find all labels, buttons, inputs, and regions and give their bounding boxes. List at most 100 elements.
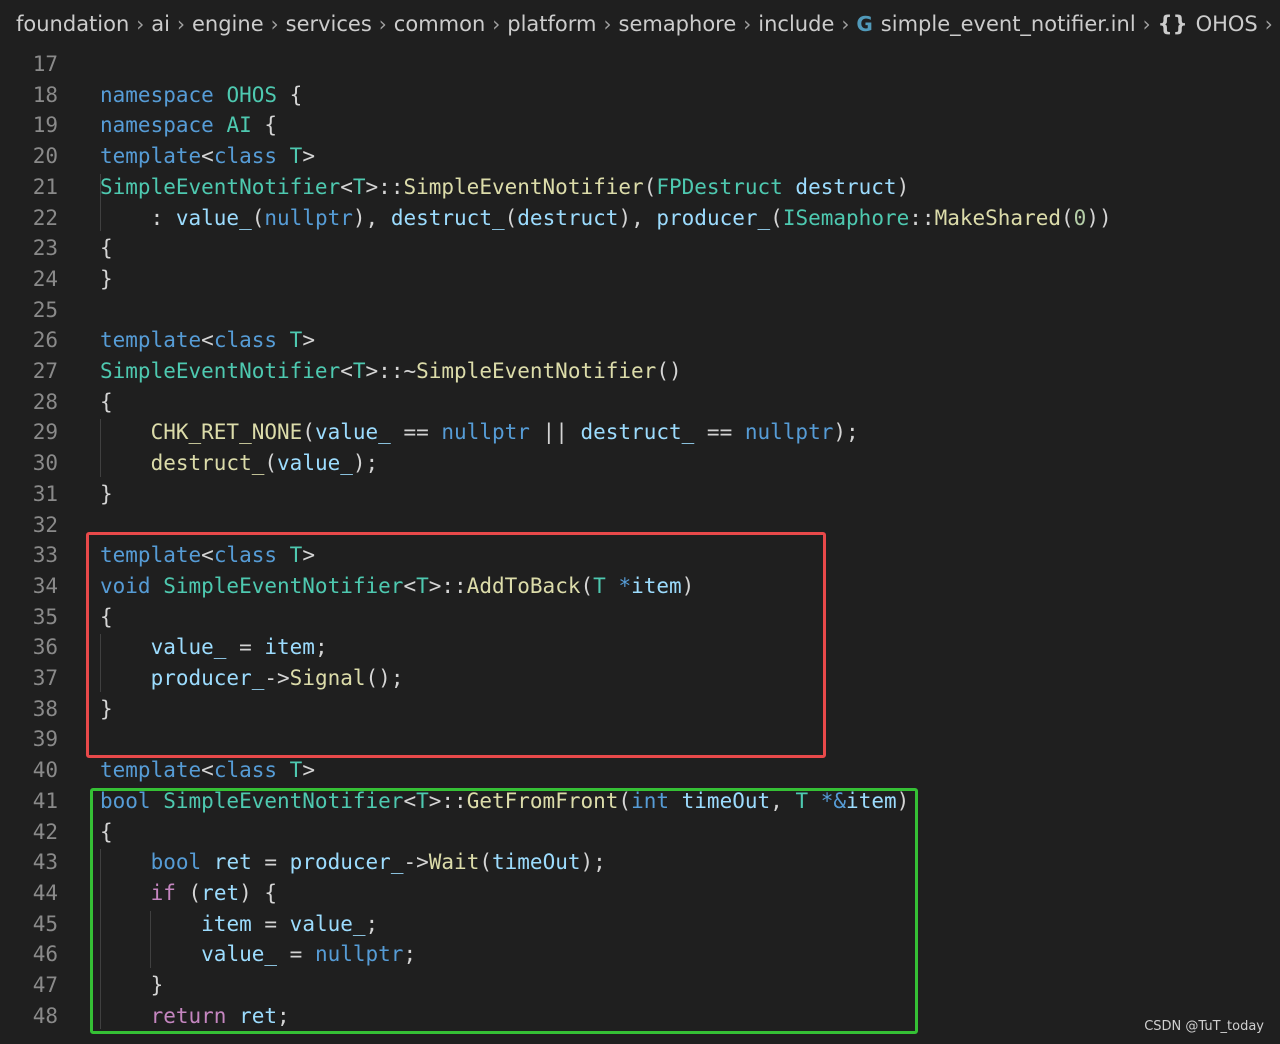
code-line[interactable]: 21 SimpleEventNotifier<T>::SimpleEventNot… bbox=[0, 172, 1280, 203]
breadcrumb: foundation › ai › engine › services › co… bbox=[0, 0, 1280, 48]
breadcrumb-label: common bbox=[393, 12, 486, 36]
code-line[interactable]: 19 namespace AI { bbox=[0, 110, 1280, 141]
code-token: : bbox=[100, 205, 176, 230]
code-text: { bbox=[100, 387, 113, 418]
line-number: 33 bbox=[32, 543, 58, 568]
code-line[interactable]: 27 SimpleEventNotifier<T>::~SimpleEventNo… bbox=[0, 356, 1280, 387]
code-line[interactable]: 29 CHK_RET_NONE(value_ == nullptr || des… bbox=[0, 417, 1280, 448]
line-number: 43 bbox=[32, 850, 58, 875]
code-text: } bbox=[100, 264, 113, 295]
code-token: SimpleEventNotifier bbox=[100, 174, 341, 199]
breadcrumb-item-foundation[interactable]: foundation bbox=[16, 12, 129, 36]
code-token: ( bbox=[251, 205, 265, 230]
code-token: ( bbox=[770, 205, 783, 230]
breadcrumb-item-ai[interactable]: ai bbox=[151, 12, 170, 36]
breadcrumb-item-file[interactable]: G simple_event_notifier.inl bbox=[856, 12, 1135, 36]
code-token: >:: bbox=[365, 174, 404, 199]
breadcrumb-item-platform[interactable]: platform bbox=[507, 12, 596, 36]
breadcrumb-item-engine[interactable]: engine bbox=[192, 12, 264, 36]
line-number: 18 bbox=[32, 82, 58, 107]
code-text: namespace OHOS { bbox=[100, 80, 302, 111]
chevron-right-icon: › bbox=[378, 12, 387, 36]
code-token: namespace bbox=[100, 113, 227, 138]
watermark: CSDN @TuT_today bbox=[1144, 1019, 1264, 1034]
code-line[interactable]: 22 : value_(nullptr), destruct_(destruct… bbox=[0, 203, 1280, 234]
code-line[interactable]: 18 namespace OHOS { bbox=[0, 80, 1280, 111]
code-token: ); bbox=[833, 420, 859, 445]
line-number: 20 bbox=[32, 144, 58, 169]
breadcrumb-label: OHOS bbox=[1195, 12, 1258, 36]
code-line[interactable]: 23 { bbox=[0, 233, 1280, 264]
code-token: >::~ bbox=[365, 359, 417, 383]
code-token: < bbox=[340, 174, 353, 199]
code-token: namespace bbox=[100, 82, 227, 107]
line-number: 24 bbox=[32, 266, 58, 291]
code-text: template<class T> bbox=[100, 141, 315, 172]
code-token: destruct bbox=[517, 205, 619, 230]
cpp-file-icon: G bbox=[856, 12, 873, 36]
code-line[interactable]: 25 bbox=[0, 295, 1280, 326]
code-token: > bbox=[302, 328, 315, 353]
line-number: 42 bbox=[32, 819, 58, 844]
line-number: 39 bbox=[32, 727, 58, 752]
code-line[interactable]: 31} bbox=[0, 479, 1280, 510]
code-text: : value_(nullptr), destruct_(destruct), … bbox=[100, 203, 1112, 234]
code-token: < bbox=[201, 144, 214, 169]
breadcrumb-item-include[interactable]: include bbox=[758, 12, 834, 36]
code-token: ), bbox=[618, 205, 657, 230]
breadcrumb-item-ohos[interactable]: {} OHOS bbox=[1158, 12, 1258, 36]
code-token: ( bbox=[264, 451, 278, 476]
code-text: CHK_RET_NONE(value_ == nullptr || destru… bbox=[100, 417, 859, 448]
code-token: < bbox=[201, 758, 214, 783]
code-line[interactable]: 28 { bbox=[0, 387, 1280, 418]
breadcrumb-item-services[interactable]: services bbox=[286, 12, 372, 36]
code-token: { bbox=[277, 82, 303, 107]
highlight-box-red bbox=[86, 532, 826, 758]
line-number: 47 bbox=[32, 973, 58, 997]
code-line[interactable]: 26 template<class T> bbox=[0, 325, 1280, 356]
line-number: 17 bbox=[32, 52, 58, 76]
line-number: 40 bbox=[32, 758, 58, 783]
code-text: SimpleEventNotifier<T>::~SimpleEventNoti… bbox=[100, 356, 682, 387]
code-token: ) bbox=[896, 174, 910, 199]
code-token: destruct_ bbox=[150, 451, 265, 476]
code-token: ); bbox=[352, 451, 379, 476]
code-text: namespace AI { bbox=[100, 110, 277, 141]
line-number: 29 bbox=[32, 420, 58, 445]
code-token: nullptr bbox=[441, 420, 530, 445]
breadcrumb-label: simple_event_notifier.inl bbox=[880, 12, 1136, 36]
line-number: 45 bbox=[32, 911, 58, 936]
breadcrumb-item-semaphore[interactable]: semaphore bbox=[619, 12, 737, 36]
line-number: 44 bbox=[32, 880, 58, 905]
code-token: MakeShared bbox=[934, 205, 1061, 230]
line-number: 35 bbox=[32, 604, 58, 629]
chevron-right-icon: › bbox=[1264, 12, 1273, 36]
breadcrumb-item-common[interactable]: common bbox=[394, 12, 485, 36]
chevron-right-icon: › bbox=[177, 12, 185, 36]
line-number: 36 bbox=[32, 635, 58, 660]
line-number: 30 bbox=[32, 451, 58, 476]
code-line[interactable]: 20 template<class T> bbox=[0, 141, 1280, 172]
code-token: } bbox=[100, 266, 113, 291]
chevron-right-icon: › bbox=[841, 12, 850, 36]
code-token: > bbox=[302, 758, 315, 783]
code-line[interactable]: 24} bbox=[0, 264, 1280, 295]
code-token: nullptr bbox=[264, 205, 353, 230]
code-token: destruct bbox=[795, 174, 897, 199]
breadcrumb-label: foundation bbox=[16, 12, 130, 36]
line-number: 25 bbox=[32, 297, 58, 322]
code-text: template<class T> bbox=[100, 755, 315, 786]
indent-guide bbox=[100, 173, 101, 232]
code-token: value_ bbox=[175, 205, 252, 230]
code-token: } bbox=[100, 481, 113, 506]
code-token: ), bbox=[352, 205, 391, 230]
code-line[interactable]: 17 bbox=[0, 49, 1280, 80]
code-line[interactable]: 30 destruct_(value_); bbox=[0, 448, 1280, 479]
code-token: :: bbox=[909, 205, 935, 230]
code-line[interactable]: 40 template<class T> bbox=[0, 755, 1280, 786]
code-token: template bbox=[100, 144, 202, 169]
code-token: { bbox=[100, 389, 113, 414]
breadcrumb-label: engine bbox=[192, 12, 264, 36]
